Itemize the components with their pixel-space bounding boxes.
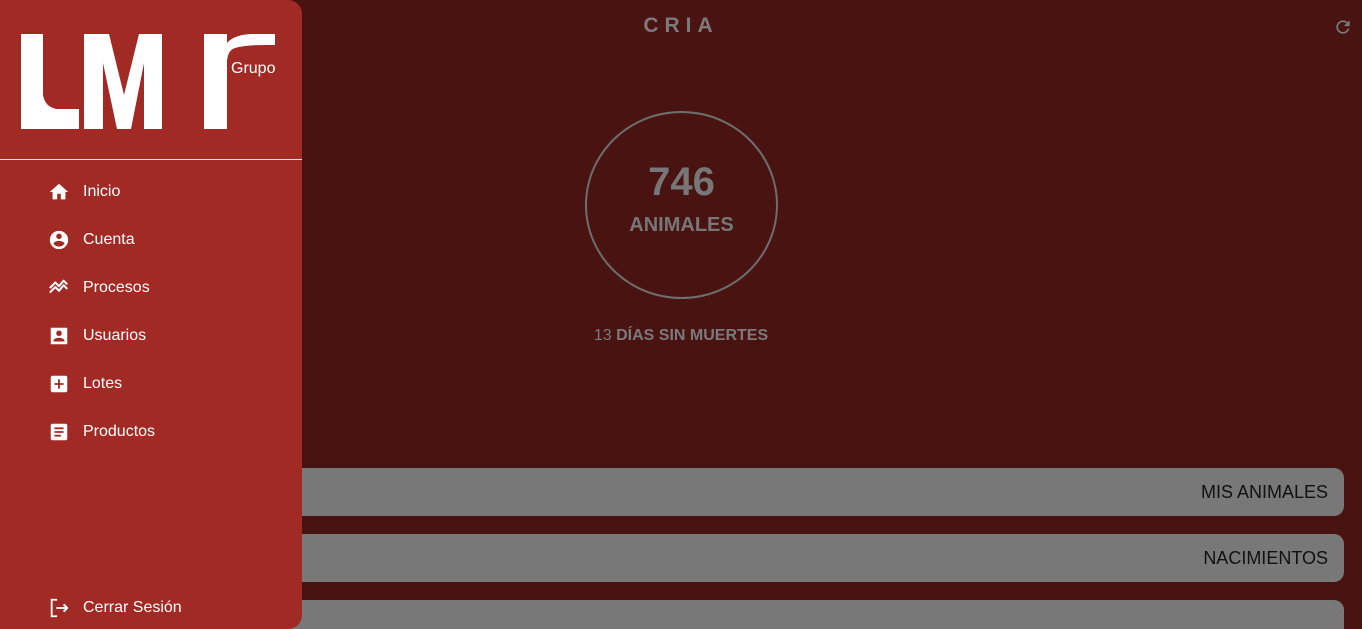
contact-card-icon xyxy=(48,325,70,347)
refresh-icon xyxy=(1336,20,1350,34)
navigation-drawer: Grupo Inicio Cuenta Procesos Usuarios Lo… xyxy=(0,0,302,629)
nav-item-label: Productos xyxy=(83,423,156,440)
nav-item-procesos[interactable]: Procesos xyxy=(0,264,302,312)
nav-item-label: Inicio xyxy=(83,183,121,200)
account-circle-icon xyxy=(48,229,70,251)
days-number: 13 xyxy=(593,327,612,344)
nav-item-productos[interactable]: Productos xyxy=(0,408,302,456)
nav-item-cuenta[interactable]: Cuenta xyxy=(0,216,302,264)
logout-icon xyxy=(48,597,70,619)
animal-count: 746 xyxy=(648,159,715,204)
home-icon xyxy=(48,181,70,203)
menu-bar-label: MIS ANIMALES xyxy=(1200,481,1328,502)
logout-label: Cerrar Sesión xyxy=(83,599,182,616)
drawer-header: Grupo xyxy=(0,0,302,160)
nav-item-lotes[interactable]: Lotes xyxy=(0,360,302,408)
document-icon xyxy=(48,421,70,443)
trending-icon xyxy=(48,277,70,299)
nav-item-label: Lotes xyxy=(83,375,123,392)
nav-item-label: Procesos xyxy=(83,279,150,296)
lmi-logo: Grupo xyxy=(21,34,276,129)
logout-button[interactable]: Cerrar Sesión xyxy=(0,584,302,629)
nav-item-usuarios[interactable]: Usuarios xyxy=(0,312,302,360)
animal-count-label: ANIMALES xyxy=(629,213,734,236)
refresh-button[interactable] xyxy=(1332,16,1354,38)
nav-item-label: Cuenta xyxy=(83,231,135,248)
nav-item-label: Usuarios xyxy=(83,327,147,344)
svg-text:Grupo: Grupo xyxy=(231,60,276,77)
days-text: DÍAS SIN MUERTES xyxy=(616,327,769,344)
menu-bar-label: NACIMIENTOS xyxy=(1203,547,1328,568)
animal-counter: 746 ANIMALES xyxy=(585,111,778,299)
add-box-icon xyxy=(48,373,70,395)
nav-item-inicio[interactable]: Inicio xyxy=(0,168,302,216)
drawer-nav: Inicio Cuenta Procesos Usuarios Lotes Pr… xyxy=(0,168,302,456)
